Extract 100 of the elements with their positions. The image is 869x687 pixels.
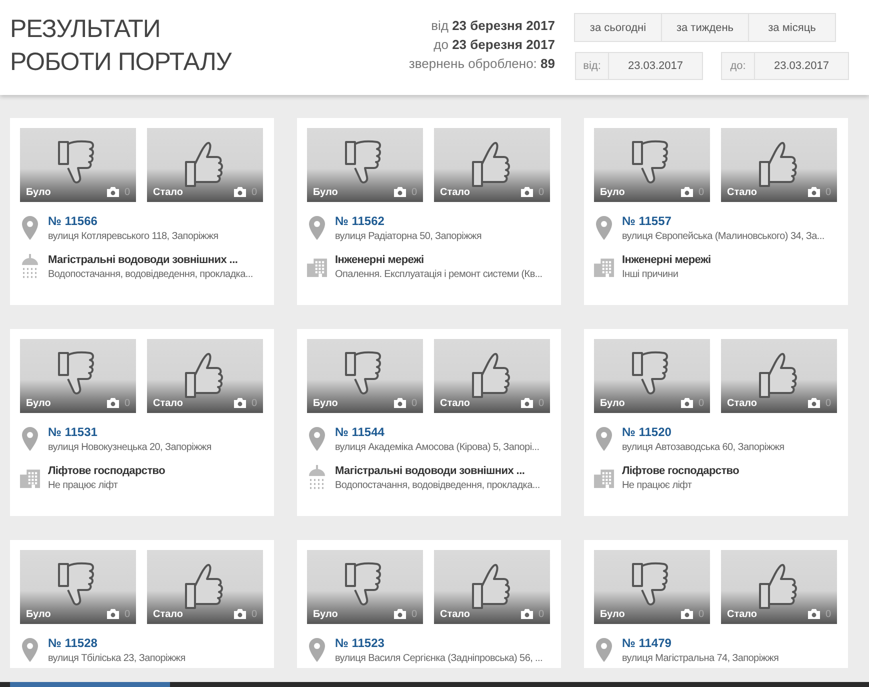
camera-icon	[681, 609, 693, 619]
category-title: Інженерні мережі	[622, 254, 711, 266]
camera-icon	[394, 187, 406, 197]
photo-placeholder[interactable]: Було 0	[307, 128, 423, 202]
photo-placeholder[interactable]: Стало 0	[147, 339, 263, 413]
camera-icon	[521, 398, 533, 408]
report-card[interactable]: Було 0 Стало 0 № 11544 вулиця Академіка Амосова (Кірова) 5, Запорі... Магістральні водоводи зовнішних ... Водопостачання, водовідведення, прокладка...	[297, 329, 561, 516]
photo-count: 0	[698, 609, 704, 620]
photo-count: 0	[825, 609, 831, 620]
camera-icon	[808, 187, 820, 197]
photo-label: Стало	[727, 398, 758, 409]
photo-placeholder[interactable]: Стало 0	[434, 550, 550, 624]
photo-label: Стало	[153, 609, 184, 620]
photo-placeholder[interactable]: Стало 0	[721, 128, 837, 202]
category-title: Інженерні мережі	[335, 254, 425, 266]
photo-count: 0	[124, 187, 130, 198]
summary-text: звернень оброблено: 89	[408, 55, 555, 73]
address-text: вулиця Магістральна 74, Запоріжжя	[622, 653, 779, 664]
report-card[interactable]: Було 0 Стало 0 № 11562 вулиця Радіаторна 50, Запоріжжя Інженерні мережі Опалення. Експлуатація і ремонт системи (Кв...	[297, 118, 561, 305]
photo-label: Було	[600, 187, 625, 198]
camera-icon	[808, 609, 820, 619]
report-card[interactable]: Було 0 Стало 0 № 11531 вулиця Новокузнецька 20, Запоріжжя Ліфтове господарство Не працює ліфт	[10, 329, 274, 516]
category-subtitle: Водопостачання, водовідведення, прокладка...	[48, 269, 253, 280]
photo-placeholder[interactable]: Стало 0	[434, 339, 550, 413]
location-pin-icon	[309, 638, 325, 662]
photo-count: 0	[825, 187, 831, 198]
photo-placeholder[interactable]: Було 0	[20, 339, 136, 413]
category-subtitle: Не працює ліфт	[622, 480, 693, 491]
camera-icon	[107, 187, 119, 197]
camera-icon	[808, 398, 820, 408]
period-button[interactable]: за сьогодні	[574, 13, 662, 42]
location-pin-icon	[309, 427, 325, 451]
date-label: до:	[721, 52, 755, 80]
photo-placeholder[interactable]: Було 0	[20, 128, 136, 202]
period-button[interactable]: за місяць	[748, 13, 836, 42]
location-pin-icon	[22, 427, 38, 451]
location-pin-icon	[309, 216, 325, 240]
address-text: вулиця Василя Сергієнка (Задніпровська) 56, ...	[335, 653, 542, 664]
photo-placeholder[interactable]: Стало 0	[147, 128, 263, 202]
photo-placeholder[interactable]: Стало 0	[721, 550, 837, 624]
photo-label: Стало	[153, 398, 184, 409]
report-card[interactable]: Було 0 Стало 0 № 11479 вулиця Магістральна 74, Запоріжжя	[584, 540, 848, 668]
camera-icon	[681, 187, 693, 197]
report-number[interactable]: № 11557	[622, 214, 824, 228]
photo-label: Стало	[727, 609, 758, 620]
report-number[interactable]: № 11566	[48, 214, 218, 228]
photo-placeholder[interactable]: Було 0	[594, 550, 710, 624]
date-input[interactable]: 23.03.2017	[609, 52, 703, 80]
category-title: Ліфтове господарство	[48, 465, 166, 477]
photo-placeholder[interactable]: Стало 0	[434, 128, 550, 202]
camera-icon	[681, 398, 693, 408]
camera-icon	[107, 609, 119, 619]
photo-count: 0	[698, 398, 704, 409]
photo-placeholder[interactable]: Було 0	[594, 128, 710, 202]
photo-label: Було	[600, 398, 625, 409]
photo-count: 0	[411, 609, 417, 620]
report-number[interactable]: № 11531	[48, 425, 212, 439]
report-number[interactable]: № 11544	[335, 425, 540, 439]
address-text: вулиця Європейська (Малиновського) 34, За...	[622, 231, 824, 242]
photo-count: 0	[251, 609, 257, 620]
report-card[interactable]: Було 0 Стало 0 № 11528 вулиця Тбіліська 23, Запоріжжя	[10, 540, 274, 668]
date-input[interactable]: 23.03.2017	[755, 52, 849, 80]
photo-count: 0	[538, 187, 544, 198]
category-subtitle: Опалення. Експлуатація і ремонт системи (Кв...	[335, 269, 542, 280]
address-text: вулиця Радіаторна 50, Запоріжжя	[335, 231, 482, 242]
report-number[interactable]: № 11479	[622, 636, 779, 650]
photo-placeholder[interactable]: Стало 0	[147, 550, 263, 624]
photo-label: Стало	[440, 609, 470, 620]
photo-count: 0	[124, 609, 130, 620]
report-card[interactable]: Було 0 Стало 0 № 11566 вулиця Котляревського 118, Запоріжжя Магістральні водоводи зовнішних ... Водопостачання, водовідведення, прокладка...	[10, 118, 274, 305]
address-text: вулиця Автозаводська 60, Запоріжжя	[622, 442, 784, 453]
photo-count: 0	[411, 398, 417, 409]
photo-count: 0	[538, 609, 544, 620]
address-text: вулиця Тбіліська 23, Запоріжжя	[48, 653, 186, 664]
report-number[interactable]: № 11523	[335, 636, 542, 650]
category-subtitle: Інші причини	[622, 269, 680, 280]
report-number[interactable]: № 11520	[622, 425, 784, 439]
scrollbar-thumb[interactable]	[10, 682, 170, 687]
report-number[interactable]: № 11562	[335, 214, 482, 228]
report-card[interactable]: Було 0 Стало 0 № 11557 вулиця Європейська (Малиновського) 34, За... Інженерні мережі Інші причини	[584, 118, 848, 305]
photo-label: Стало	[440, 187, 470, 198]
photo-label: Було	[313, 187, 338, 198]
report-number[interactable]: № 11528	[48, 636, 186, 650]
camera-icon	[394, 398, 406, 408]
location-pin-icon	[22, 638, 38, 662]
camera-icon	[521, 187, 533, 197]
category-title: Ліфтове господарство	[622, 465, 740, 477]
address-text: вулиця Котляревського 118, Запоріжжя	[48, 231, 218, 242]
photo-placeholder[interactable]: Було 0	[594, 339, 710, 413]
report-card[interactable]: Було 0 Стало 0 № 11520 вулиця Автозаводська 60, Запоріжжя Ліфтове господарство Не працює ліфт	[584, 329, 848, 516]
period-button[interactable]: за тиждень	[661, 13, 749, 42]
address-text: вулиця Академіка Амосова (Кірова) 5, Запорі...	[335, 442, 540, 453]
photo-placeholder[interactable]: Було 0	[307, 339, 423, 413]
camera-icon	[234, 398, 246, 408]
photo-placeholder[interactable]: Було 0	[20, 550, 136, 624]
category-title: Магістральні водоводи зовнішних ...	[48, 254, 239, 266]
photo-placeholder[interactable]: Було 0	[307, 550, 423, 624]
photo-placeholder[interactable]: Стало 0	[721, 339, 837, 413]
camera-icon	[107, 398, 119, 408]
report-card[interactable]: Було 0 Стало 0 № 11523 вулиця Василя Сергієнка (Задніпровська) 56, ...	[297, 540, 561, 668]
